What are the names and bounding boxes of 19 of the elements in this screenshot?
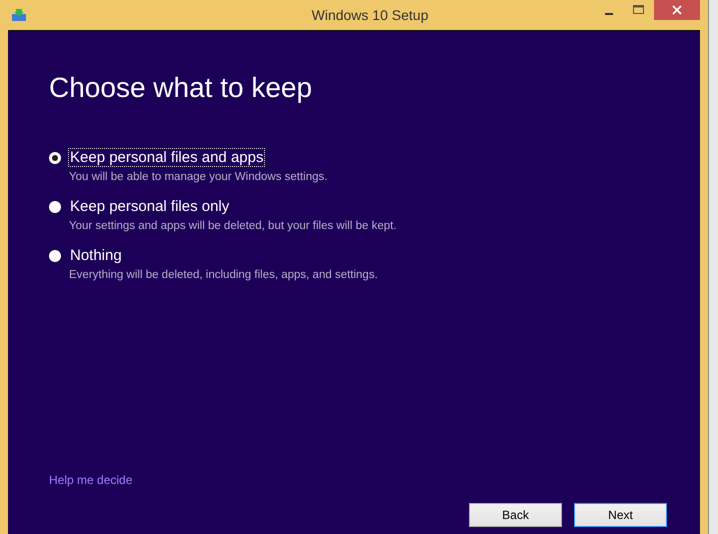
radio-button[interactable]	[49, 152, 61, 164]
option-label[interactable]: Keep personal files only	[68, 197, 232, 216]
setup-icon	[12, 9, 26, 21]
option-label[interactable]: Nothing	[68, 246, 124, 265]
option-label[interactable]: Keep personal files and apps	[68, 148, 266, 167]
minimize-icon	[604, 13, 613, 15]
radio-button[interactable]	[49, 250, 61, 262]
close-icon	[672, 5, 682, 15]
close-button[interactable]	[654, 0, 700, 20]
page-heading: Choose what to keep	[49, 72, 314, 104]
window-title: Windows 10 Setup	[310, 7, 428, 23]
option-description: Your settings and apps will be deleted, but your files will be kept.	[69, 220, 398, 232]
radio-button[interactable]	[49, 200, 61, 212]
option-description: Everything will be deleted, including files, apps, and settings.	[69, 269, 379, 281]
option-description: You will be able to manage your Windows settings.	[69, 171, 328, 183]
maximize-icon	[633, 5, 644, 15]
next-button[interactable]: Next	[574, 503, 667, 527]
back-button[interactable]: Back	[469, 503, 562, 527]
help-link[interactable]: Help me decide	[49, 473, 132, 487]
